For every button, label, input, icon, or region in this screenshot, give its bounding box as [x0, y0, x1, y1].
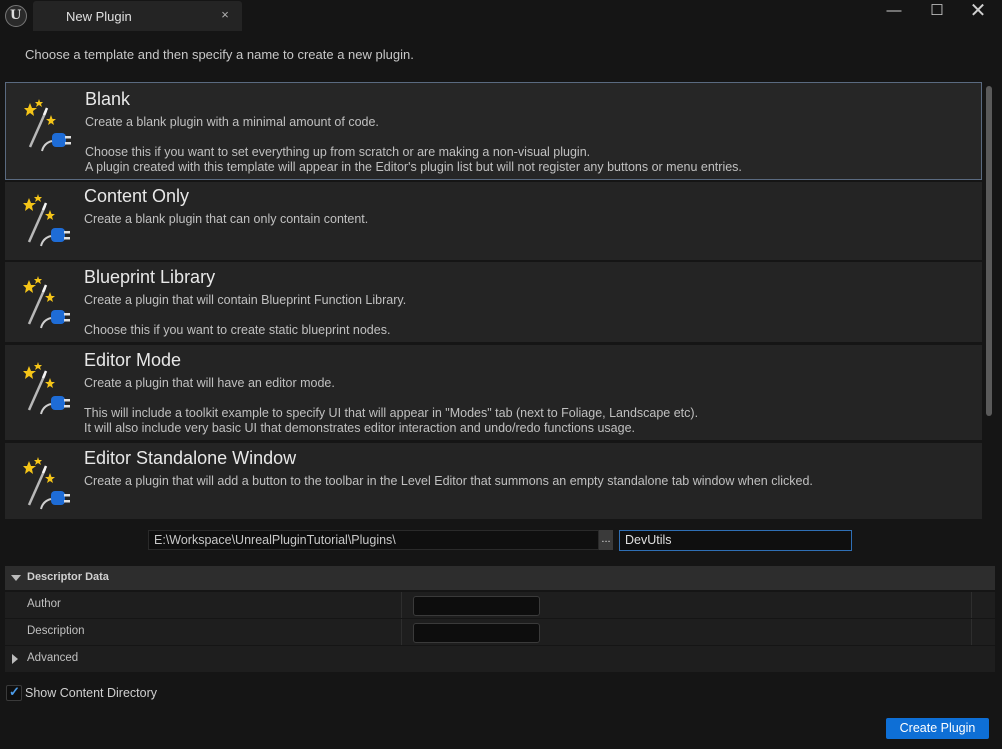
advanced-label: Advanced	[27, 652, 79, 664]
maximize-button[interactable]: ☐	[917, 2, 957, 22]
template-description: It will also include very basic UI that …	[84, 421, 636, 435]
show-content-directory-label[interactable]: Show Content Directory	[25, 686, 157, 700]
unreal-logo-icon: U	[5, 5, 27, 27]
magic-wand-plug-icon	[23, 194, 70, 247]
browse-path-button[interactable]: ...	[599, 530, 613, 550]
template-description: This will include a toolkit example to s…	[84, 406, 699, 420]
author-input[interactable]	[413, 596, 540, 616]
template-name: Blank	[85, 89, 131, 109]
descriptor-data-header[interactable]: Descriptor Data	[5, 566, 995, 590]
template-description: Create a blank plugin that can only cont…	[84, 212, 369, 226]
create-plugin-button[interactable]: Create Plugin	[886, 718, 989, 739]
plugin-name-input[interactable]: DevUtils	[619, 530, 852, 551]
title-bar: U New Plugin × — ☐ ✕	[0, 0, 1002, 34]
advanced-section-header[interactable]: Advanced	[5, 646, 995, 672]
template-item-content-only[interactable]: Content Only Create a blank plugin that …	[5, 182, 982, 260]
description-label: Description	[27, 625, 85, 637]
descriptor-data-label: Descriptor Data	[27, 571, 109, 583]
template-item-blueprint-library[interactable]: Blueprint Library Create a plugin that w…	[5, 262, 982, 342]
checkmark-icon: ✓	[9, 684, 20, 699]
template-description: Choose this if you want to set everythin…	[85, 145, 591, 159]
template-item-editor-standalone-window[interactable]: Editor Standalone Window Create a plugin…	[5, 443, 982, 519]
template-name: Content Only	[84, 186, 190, 206]
tab-title: New Plugin	[66, 9, 132, 24]
column-divider[interactable]	[401, 619, 402, 645]
template-description: Choose this if you want to create static…	[84, 323, 391, 337]
column-divider	[971, 619, 972, 645]
column-divider[interactable]	[401, 592, 402, 618]
author-label: Author	[27, 598, 61, 610]
magic-wand-plug-icon	[23, 362, 70, 415]
magic-wand-plug-icon	[23, 276, 70, 329]
property-row-description: Description	[5, 619, 995, 645]
template-list-scroll-thumb[interactable]	[986, 86, 992, 416]
column-divider	[971, 592, 972, 618]
template-description: Create a plugin that will add a button t…	[84, 474, 813, 488]
magic-wand-plug-icon	[24, 99, 71, 152]
close-window-button[interactable]: ✕	[958, 1, 998, 22]
template-list: Blank Create a blank plugin with a minim…	[5, 82, 982, 519]
property-row-author: Author	[5, 592, 995, 618]
plugin-path-field[interactable]: E:\Workspace\UnrealPluginTutorial\Plugin…	[148, 530, 599, 550]
triangle-right-icon	[12, 654, 18, 664]
template-description: A plugin created with this template will…	[85, 160, 742, 174]
template-item-editor-mode[interactable]: Editor Mode Create a plugin that will ha…	[5, 345, 982, 440]
description-input[interactable]	[413, 623, 540, 643]
minimize-button[interactable]: —	[874, 2, 914, 22]
tab-close-icon[interactable]: ×	[218, 7, 232, 23]
template-name: Editor Mode	[84, 350, 182, 370]
template-name: Blueprint Library	[84, 267, 216, 287]
template-item-blank[interactable]: Blank Create a blank plugin with a minim…	[5, 82, 982, 180]
magic-wand-plug-icon	[23, 457, 70, 510]
tab-new-plugin[interactable]: New Plugin ×	[33, 1, 242, 31]
triangle-down-icon	[11, 575, 21, 581]
show-content-directory-checkbox[interactable]: ✓	[6, 684, 22, 701]
template-description: Create a plugin that will contain Bluepr…	[84, 293, 407, 307]
template-description: Create a plugin that will have an editor…	[84, 376, 335, 390]
template-description: Create a blank plugin with a minimal amo…	[85, 115, 379, 129]
instructions-text: Choose a template and then specify a nam…	[25, 47, 414, 62]
template-name: Editor Standalone Window	[84, 448, 297, 468]
